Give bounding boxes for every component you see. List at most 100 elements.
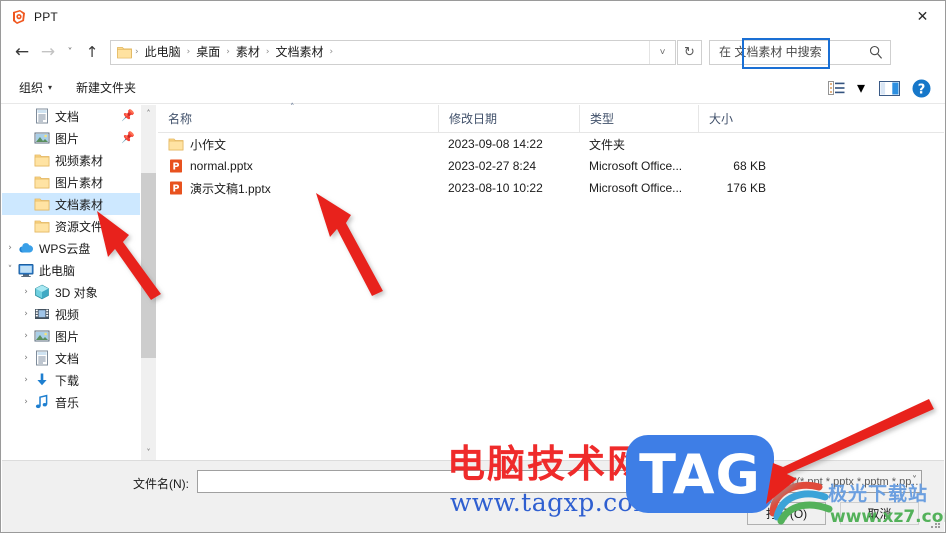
file-type-filter-dropdown[interactable]: PPT(*.ppt *.pptx *.pptm *.pp… ˅: [770, 470, 922, 493]
sidebar-item-label: 视频: [55, 307, 80, 322]
file-name-label: 演示文稿1.pptx: [190, 181, 271, 196]
scroll-up-icon[interactable]: ˄: [141, 105, 156, 121]
pictures-icon: [34, 328, 50, 344]
chevron-down-icon[interactable]: ˅: [2, 259, 18, 281]
file-name-cell: Pnormal.pptx: [158, 158, 438, 174]
breadcrumb-item-3[interactable]: 文档素材: [270, 41, 328, 64]
file-size-cell: 176 KB: [726, 181, 766, 195]
command-bar-right: ▾ ?: [821, 72, 935, 104]
chevron-right-icon[interactable]: ›: [18, 303, 34, 325]
folder-icon: [168, 136, 184, 152]
new-folder-button[interactable]: 新建文件夹: [70, 79, 142, 96]
back-button[interactable]: ←: [9, 39, 35, 65]
chevron-down-icon[interactable]: ˅: [649, 40, 675, 64]
cloud-icon: [18, 240, 34, 256]
sidebar-item-8[interactable]: › 3D 对象: [2, 281, 140, 303]
file-type-cell: 文件夹: [589, 137, 626, 152]
sidebar-item-label: 图片素材: [55, 175, 104, 190]
close-icon[interactable]: ✕: [900, 1, 945, 32]
sidebar-item-13[interactable]: › 音乐: [2, 391, 140, 413]
sidebar-item-label: 文档: [55, 351, 80, 366]
filename-input[interactable]: [198, 471, 763, 492]
pptx-icon: P: [168, 180, 184, 196]
table-row[interactable]: 小作文 2023-09-08 14:22 文件夹: [158, 133, 944, 155]
organize-label: 组织: [19, 81, 44, 95]
search-input[interactable]: [717, 44, 867, 60]
view-options-caret-icon[interactable]: ▾: [851, 74, 871, 102]
preview-pane-icon[interactable]: [871, 74, 907, 102]
file-type-cell: Microsoft Office...: [589, 181, 683, 195]
folder-icon: [117, 46, 132, 59]
navigation-pane[interactable]: 文档 📌 图片 📌 视频素材 图片素材 文档素材 资源文件 › WPS云盘 ˅ 此电脑 › 3D 对象 › 视…: [2, 105, 140, 460]
sidebar-item-12[interactable]: › 下载: [2, 369, 140, 391]
column-header-name[interactable]: 名称 ˄: [158, 103, 438, 133]
pin-icon[interactable]: 📌: [121, 131, 135, 144]
svg-text:P: P: [173, 183, 180, 194]
file-name-cell: 小作文: [158, 136, 438, 153]
breadcrumb-item-2[interactable]: 素材: [231, 41, 265, 64]
sidebar-item-7[interactable]: ˅ 此电脑: [2, 259, 140, 281]
column-header-type[interactable]: 类型: [579, 104, 698, 133]
chevron-right-icon[interactable]: ›: [2, 237, 18, 259]
sidebar-item-5[interactable]: 资源文件: [2, 215, 140, 237]
sidebar-item-2[interactable]: 视频素材: [2, 149, 140, 171]
view-list-icon[interactable]: [821, 74, 851, 102]
search-box[interactable]: [709, 39, 891, 65]
sidebar-item-label: 视频素材: [55, 153, 104, 168]
folder-icon: [34, 152, 50, 168]
address-bar[interactable]: › 此电脑 › 桌面 › 素材 › 文档素材 › ˅: [110, 39, 676, 65]
sidebar-item-9[interactable]: › 视频: [2, 303, 140, 325]
document-icon: [34, 350, 50, 366]
column-header-name-label: 名称: [168, 112, 193, 126]
sidebar-item-label: 3D 对象: [55, 285, 98, 300]
chevron-right-icon[interactable]: ›: [18, 347, 34, 369]
sidebar-item-4[interactable]: 文档素材: [2, 193, 140, 215]
breadcrumb-item-1[interactable]: 桌面: [191, 41, 225, 64]
forward-button[interactable]: →: [35, 39, 61, 65]
chevron-right-icon[interactable]: ›: [18, 369, 34, 391]
breadcrumb-item-0[interactable]: 此电脑: [140, 41, 186, 64]
breadcrumb: › 此电脑 › 桌面 › 素材 › 文档素材 ›: [134, 41, 334, 64]
refresh-button[interactable]: ↻: [677, 39, 702, 65]
table-row[interactable]: Pnormal.pptx 2023-02-27 8:24 Microsoft Off…: [158, 155, 944, 177]
sidebar-item-label: 此电脑: [39, 263, 76, 278]
chevron-right-icon[interactable]: ›: [18, 391, 34, 413]
search-icon[interactable]: [869, 45, 883, 60]
column-header-date[interactable]: 修改日期: [438, 104, 579, 133]
new-folder-label: 新建文件夹: [76, 81, 137, 95]
sidebar-item-3[interactable]: 图片素材: [2, 171, 140, 193]
chevron-down-icon: ▾: [48, 83, 53, 92]
pptx-icon: P: [168, 158, 184, 174]
chevron-right-icon[interactable]: ›: [18, 325, 34, 347]
sidebar-item-6[interactable]: › WPS云盘: [2, 237, 140, 259]
scrollbar-thumb[interactable]: [141, 173, 156, 358]
sidebar-item-label: 文档: [55, 109, 80, 124]
videos-icon: [34, 306, 50, 322]
sidebar-item-0[interactable]: 文档 📌: [2, 105, 140, 127]
open-button[interactable]: 打开(O): [747, 502, 826, 525]
help-icon[interactable]: ?: [907, 74, 935, 102]
up-button[interactable]: ↑: [79, 39, 105, 65]
organize-button[interactable]: 组织 ▾: [13, 79, 58, 96]
cancel-button[interactable]: 取消: [840, 502, 919, 525]
file-open-dialog: PPT ✕ ← → ˅ ↑ › 此电脑 › 桌面 › 素材 › 文档素材 › ˅…: [0, 0, 946, 533]
filename-field[interactable]: [197, 470, 764, 493]
sidebar-item-1[interactable]: 图片 📌: [2, 127, 140, 149]
sidebar-item-11[interactable]: › 文档: [2, 347, 140, 369]
scroll-down-icon[interactable]: ˅: [141, 444, 156, 460]
dialog-footer: 文件名(N): PPT(*.ppt *.pptx *.pptm *.pp… ˅ …: [2, 460, 944, 532]
chevron-right-icon[interactable]: ›: [18, 281, 34, 303]
table-row[interactable]: P 演示文稿1.pptx 2023-08-10 10:22 Microsoft Off…: [158, 177, 944, 199]
resize-grip[interactable]: [931, 519, 941, 529]
column-header-size[interactable]: 大小: [698, 104, 776, 133]
sidebar-item-10[interactable]: › 图片: [2, 325, 140, 347]
pin-icon[interactable]: 📌: [121, 109, 135, 122]
sidebar-item-label: 图片: [55, 329, 80, 344]
sidebar-scrollbar[interactable]: ˄ ˅: [141, 105, 156, 460]
recent-locations-button[interactable]: ˅: [61, 39, 79, 65]
